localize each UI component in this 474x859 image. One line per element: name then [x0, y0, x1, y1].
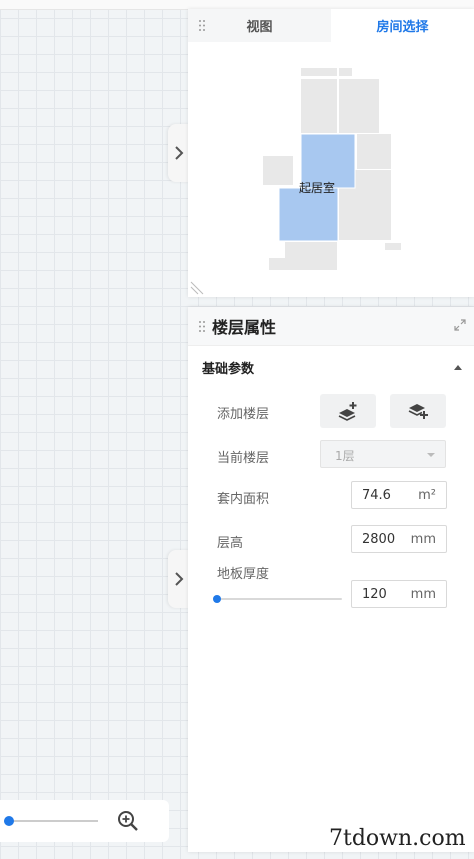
section-title: 基础参数: [202, 361, 255, 377]
caret-up-icon: [454, 364, 462, 370]
chevron-down-icon: [427, 453, 435, 457]
floor-thickness-label: 地板厚度: [217, 567, 270, 582]
resize-handle-icon[interactable]: [190, 281, 204, 295]
chevron-right-icon: [175, 572, 184, 586]
collapse-panel-handle-bottom[interactable]: [168, 550, 190, 608]
add-floor-below-button[interactable]: [390, 394, 446, 428]
slider-track[interactable]: [216, 598, 342, 600]
zoom-slider-thumb[interactable]: [4, 816, 14, 826]
floor-properties-panel: 楼层属性 基础参数 添加楼层 当前楼层 1层 套内面积 74.6 m² 层高 2…: [188, 307, 474, 852]
area-value: 74.6: [362, 488, 391, 503]
current-floor-select[interactable]: 1层: [320, 440, 446, 468]
area-row: 套内面积 74.6 m²: [188, 479, 474, 513]
zoom-in-icon[interactable]: [117, 810, 139, 832]
room-block: [339, 79, 379, 133]
add-floor-row: 添加楼层: [188, 394, 474, 428]
height-input[interactable]: 2800 mm: [351, 525, 447, 553]
room-block: [301, 68, 337, 76]
area-label: 套内面积: [217, 492, 270, 507]
layer-add-below-icon: [408, 404, 428, 419]
area-unit: m²: [418, 488, 436, 503]
add-floor-label: 添加楼层: [217, 407, 270, 422]
collapse-panel-handle-top[interactable]: [168, 124, 190, 182]
room-block: [263, 156, 293, 185]
add-floor-above-button[interactable]: [320, 394, 376, 428]
room-select-panel: 视图 房间选择 起居室: [188, 9, 474, 297]
panel-header: 楼层属性: [188, 307, 474, 346]
current-floor-label: 当前楼层: [217, 451, 270, 466]
room-block: [339, 68, 352, 76]
drag-grip-icon[interactable]: [198, 19, 206, 32]
tab-view[interactable]: 视图: [188, 9, 331, 42]
height-value: 2800: [362, 532, 396, 547]
room-block: [269, 258, 286, 270]
height-row: 层高 2800 mm: [188, 523, 474, 557]
floor-thickness-slider[interactable]: [213, 592, 342, 606]
floor-thickness-unit: mm: [410, 587, 436, 602]
floorplan-minimap[interactable]: 起居室: [188, 42, 474, 297]
room-living-lower: [278, 187, 339, 242]
slider-thumb[interactable]: [213, 595, 221, 603]
room-living-upper: [300, 133, 356, 189]
panel-tabs: 视图 房间选择: [188, 9, 474, 42]
area-input[interactable]: 74.6 m²: [351, 481, 447, 509]
section-basic-params[interactable]: 基础参数: [188, 346, 474, 388]
floor-thickness-value: 120: [362, 587, 387, 602]
panel-title: 楼层属性: [212, 318, 277, 337]
drag-grip-icon[interactable]: [198, 320, 206, 333]
height-unit: mm: [410, 532, 436, 547]
floor-thickness-input[interactable]: 120 mm: [351, 580, 447, 608]
zoom-slider-track[interactable]: [4, 820, 98, 822]
current-floor-row: 当前楼层 1层: [188, 438, 474, 472]
room-block: [385, 243, 401, 250]
room-block: [357, 134, 391, 169]
room-label: 起居室: [299, 180, 335, 195]
room-block: [285, 242, 337, 270]
chevron-right-icon: [175, 146, 184, 160]
expand-icon[interactable]: [454, 319, 466, 331]
room-block: [301, 79, 337, 133]
watermark: 7tdown.com: [327, 826, 472, 851]
current-floor-value: 1层: [335, 449, 355, 463]
zoom-control: [0, 800, 169, 842]
tab-room-select[interactable]: 房间选择: [331, 9, 474, 42]
layer-add-above-icon: [338, 402, 357, 421]
height-label: 层高: [217, 536, 244, 551]
